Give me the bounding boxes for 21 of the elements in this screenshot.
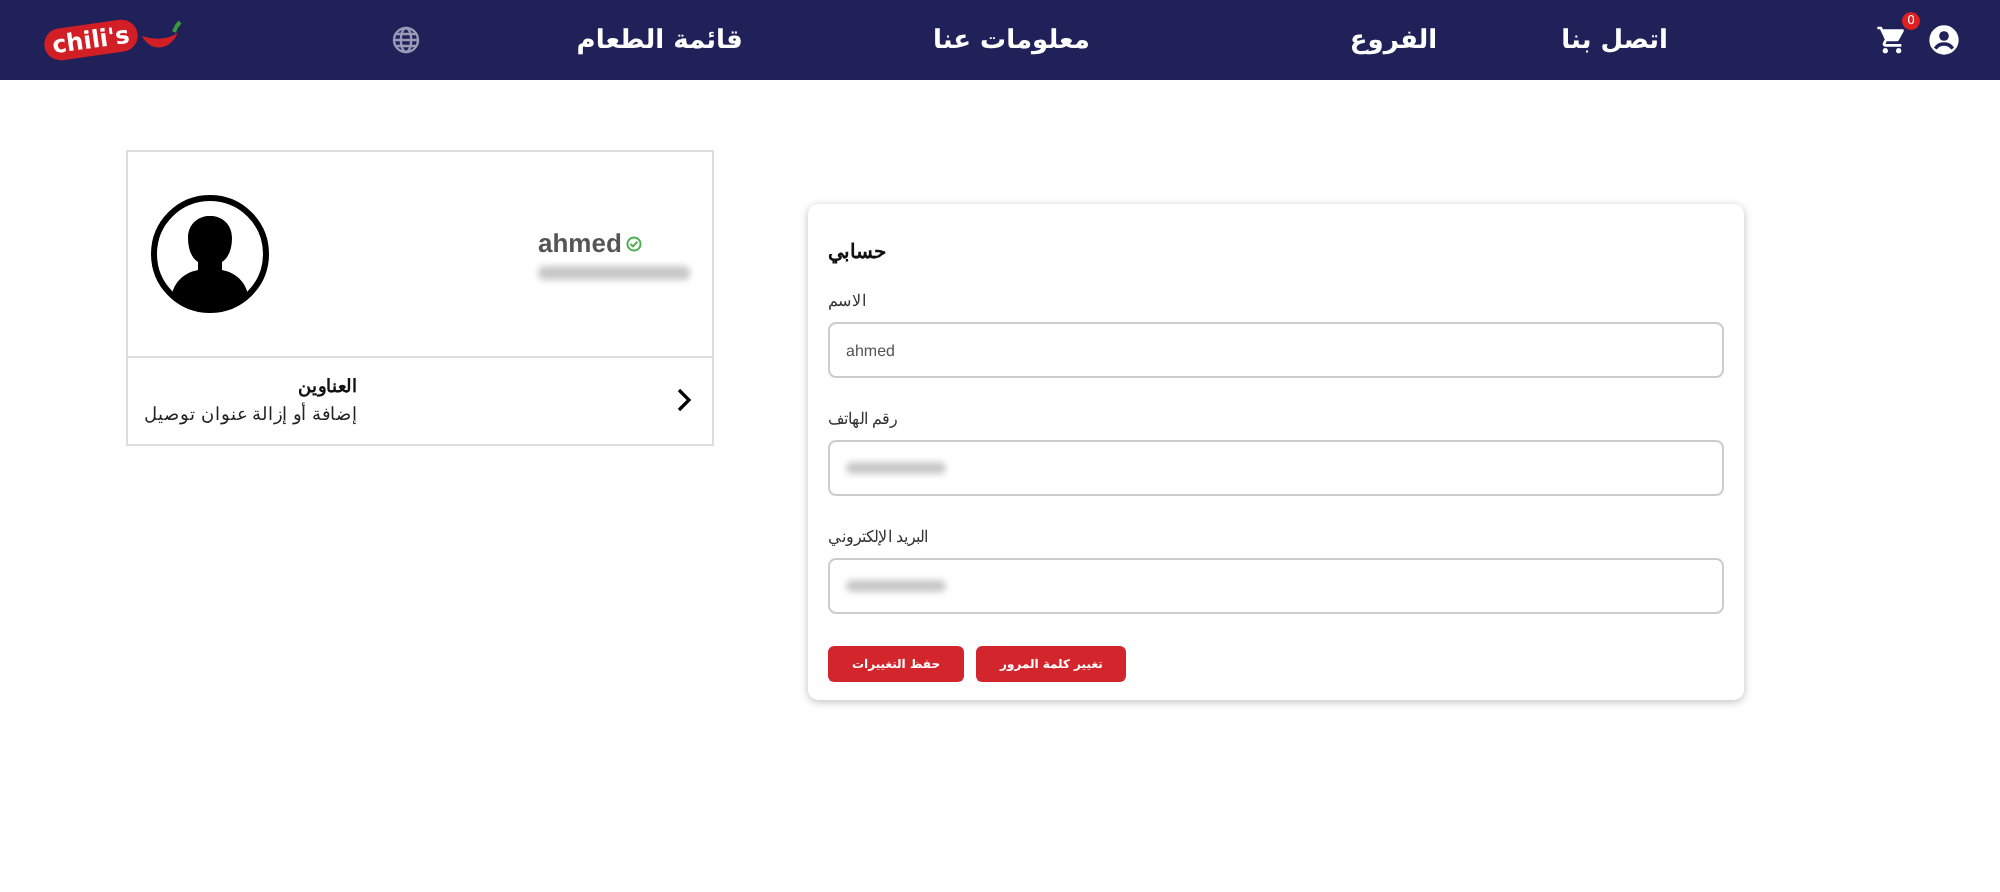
user-name: ahmed (538, 228, 622, 258)
avatar-icon (150, 194, 270, 314)
cart-icon[interactable] (1876, 24, 1908, 56)
nav-link[interactable]: معلومات عنا (932, 25, 1090, 55)
field-label: البريد الإلكتروني (828, 528, 929, 546)
field-label: الاسم (828, 292, 866, 310)
input-field[interactable] (828, 558, 1724, 614)
addresses-title: العناوين (296, 376, 359, 396)
addresses-link[interactable]: العناوين إضافة أو إزالة عنوان توصيل (128, 358, 712, 444)
nav-link[interactable]: قائمة الطعام (576, 25, 743, 55)
addresses-subtitle: إضافة أو إزالة عنوان توصيل (144, 404, 359, 424)
logo[interactable]: chili's (42, 17, 140, 63)
nav-link[interactable]: الفروع (1349, 25, 1438, 55)
input-field[interactable]: ahmed (828, 322, 1724, 378)
chevron-right-icon (676, 388, 692, 412)
globe-icon[interactable] (391, 26, 420, 54)
nav-link[interactable]: اتصل بنا (1561, 25, 1668, 55)
field-label: رقم الهاتف (828, 410, 899, 428)
input-field[interactable] (828, 440, 1724, 496)
card-title: حسابي (828, 240, 886, 264)
user-icon[interactable] (1928, 24, 1960, 56)
